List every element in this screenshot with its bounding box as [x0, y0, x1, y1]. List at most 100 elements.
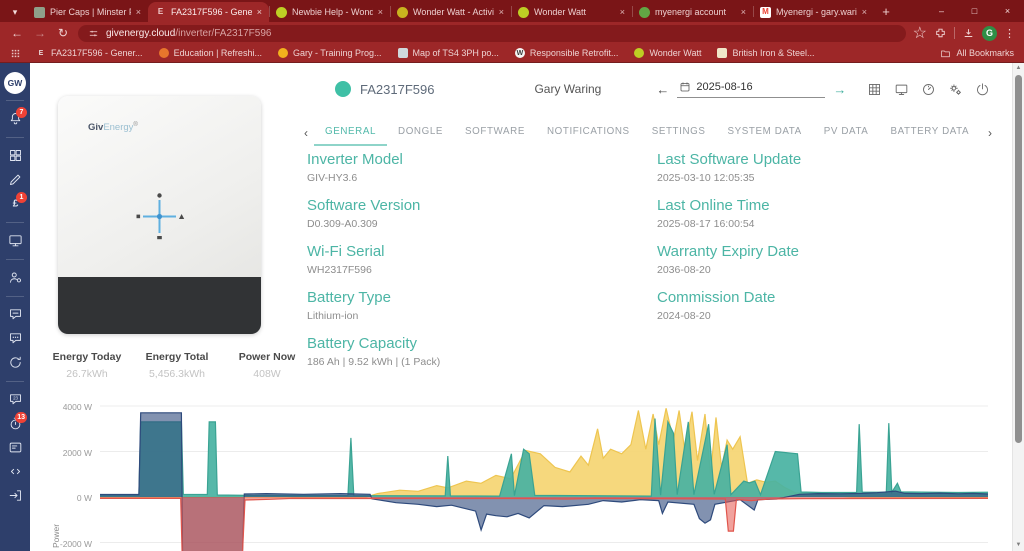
tab-system-data[interactable]: SYSTEM DATA: [717, 120, 813, 146]
sidebar-item-tariffs[interactable]: £ 1: [0, 192, 30, 216]
scroll-up-icon[interactable]: ▲: [1016, 63, 1022, 74]
browser-tab[interactable]: myenergi account×: [632, 2, 753, 22]
user-avatar[interactable]: GW: [4, 72, 26, 94]
scroll-down-icon[interactable]: ▼: [1016, 540, 1022, 551]
sidebar-item-remote-monitor[interactable]: [0, 229, 30, 253]
bookmark-item[interactable]: Wonder Watt: [634, 48, 701, 58]
tab-favicon: [34, 7, 45, 18]
sidebar-item-notes[interactable]: [0, 436, 30, 460]
sidebar-item-account[interactable]: [0, 266, 30, 290]
info-label: Last Online Time: [657, 197, 1007, 214]
power-icon[interactable]: [975, 82, 990, 97]
stat-item: Energy Today 26.7kWh: [44, 351, 130, 380]
tabs-scroll-left-icon[interactable]: ‹: [298, 126, 314, 140]
browser-tab[interactable]: Newbie Help - Wonder Watt C×: [269, 2, 390, 22]
sidebar-item-notifications[interactable]: 7: [0, 107, 30, 131]
apps-grid-icon[interactable]: [10, 48, 21, 59]
minimize-button[interactable]: –: [925, 0, 958, 22]
inverter-header: FA2317F596 Gary Waring ← 2025-08-16 →: [335, 80, 990, 98]
extensions-button[interactable]: [934, 27, 947, 40]
tab-pv-data[interactable]: PV DATA: [813, 120, 880, 146]
sidebar-item-dashboard[interactable]: [0, 144, 30, 168]
site-info-icon[interactable]: [88, 28, 99, 39]
bookmark-item[interactable]: Education | Refreshi...: [159, 48, 262, 58]
previous-day-button[interactable]: ←: [656, 83, 669, 96]
back-button[interactable]: ←: [9, 26, 25, 40]
bookmark-item[interactable]: Map of TS4 3PH po...: [398, 48, 499, 58]
sidebar-divider: [6, 381, 24, 382]
bookmark-item[interactable]: EFA2317F596 - Gener...: [36, 48, 143, 58]
next-day-button[interactable]: →: [833, 83, 846, 96]
maximize-button[interactable]: □: [958, 0, 991, 22]
tab-software[interactable]: SOFTWARE: [454, 120, 536, 146]
dashboard-icon: [8, 148, 23, 163]
bookmark-star-button[interactable]: ☆: [913, 23, 927, 43]
close-button[interactable]: ×: [991, 0, 1024, 22]
browser-tab[interactable]: Pier Caps | Minster Paving | Wa×: [27, 2, 148, 22]
tab-close-icon[interactable]: ×: [257, 7, 262, 17]
address-bar[interactable]: givenergy.cloud/inverter/FA2317F596: [78, 25, 906, 42]
series-area-solar_pv: [100, 408, 988, 497]
tab-close-icon[interactable]: ×: [136, 7, 141, 17]
browser-tab[interactable]: Wonder Watt ×: [511, 2, 632, 22]
tab-general[interactable]: GENERAL: [314, 120, 387, 146]
reload-button[interactable]: ↻: [55, 26, 71, 40]
tab-close-icon[interactable]: ×: [862, 7, 867, 17]
tab-close-icon[interactable]: ×: [499, 7, 504, 17]
tab-search-button[interactable]: ▾: [5, 3, 25, 21]
date-field[interactable]: 2025-08-16: [677, 80, 825, 98]
user-settings-icon: [8, 270, 23, 285]
browser-tab[interactable]: Wonder Watt - Activity Log×: [390, 2, 511, 22]
chat-icon: [8, 307, 23, 322]
bookmark-item[interactable]: Gary - Training Prog...: [278, 48, 382, 58]
inverter-page: FA2317F596 Gary Waring ← 2025-08-16 →: [30, 63, 1012, 551]
tab-settings[interactable]: SETTINGS: [641, 120, 717, 146]
grid-view-icon[interactable]: [867, 82, 882, 97]
info-field: Battery Capacity186 Ah | 9.52 kWh | (1 P…: [307, 335, 657, 368]
sidebar-divider: [6, 222, 24, 223]
tab-close-icon[interactable]: ×: [378, 7, 383, 17]
sidebar-item-edit[interactable]: [0, 168, 30, 192]
new-tab-button[interactable]: +: [874, 4, 898, 22]
stat-value: 26.7kWh: [44, 368, 130, 380]
sidebar-item-history[interactable]: 13: [0, 412, 30, 436]
date-value: 2025-08-16: [696, 81, 752, 93]
info-label: Commission Date: [657, 289, 1007, 306]
release-notes-icon: 23: [8, 392, 23, 407]
tab-close-icon[interactable]: ×: [741, 7, 746, 17]
downloads-button[interactable]: [962, 27, 975, 40]
tab-title: Wonder Watt: [534, 7, 615, 17]
all-bookmarks-button[interactable]: All Bookmarks: [940, 48, 1014, 59]
sidebar-item-developer[interactable]: [0, 460, 30, 484]
display-icon[interactable]: [894, 82, 909, 97]
tab-battery-data[interactable]: BATTERY DATA: [879, 120, 980, 146]
power-flow-diagram: [132, 189, 187, 244]
gauge-icon[interactable]: [921, 82, 936, 97]
sidebar-item-feedback[interactable]: [0, 327, 30, 351]
tab-dongle[interactable]: DONGLE: [387, 120, 454, 146]
tab-notifications[interactable]: NOTIFICATIONS: [536, 120, 641, 146]
sidebar-item-release-notes[interactable]: 23: [0, 388, 30, 412]
scrollbar-thumb[interactable]: [1015, 75, 1022, 443]
bookmark-item[interactable]: WResponsible Retrofit...: [515, 48, 619, 58]
browser-tab[interactable]: MMyenergi - gary.waring7@gma×: [753, 2, 874, 22]
stat-label: Energy Today: [44, 351, 130, 363]
sidebar-item-sync[interactable]: [0, 351, 30, 375]
page-scrollbar[interactable]: ▲ ▼: [1012, 63, 1024, 551]
window-controls: – □ ×: [925, 0, 1024, 22]
sidebar-item-messages[interactable]: [0, 303, 30, 327]
bookmark-title: Responsible Retrofit...: [530, 48, 619, 58]
sidebar-item-logout[interactable]: [0, 484, 30, 508]
profile-avatar[interactable]: G: [982, 26, 997, 41]
tabs-scroll-right-icon[interactable]: ›: [982, 126, 998, 140]
info-label: Wi-Fi Serial: [307, 243, 657, 260]
bookmark-item[interactable]: British Iron & Steel...: [717, 48, 814, 58]
gears-icon[interactable]: [948, 82, 963, 97]
online-status-dot: [335, 81, 351, 97]
info-value: WH2317F596: [307, 264, 657, 276]
stat-value: 5,456.3kWh: [134, 368, 220, 380]
browser-menu-button[interactable]: ⋮: [1004, 27, 1015, 40]
forward-button[interactable]: →: [32, 26, 48, 40]
browser-tab[interactable]: EFA2317F596 - General | givene×: [148, 2, 269, 22]
tab-close-icon[interactable]: ×: [620, 7, 625, 17]
